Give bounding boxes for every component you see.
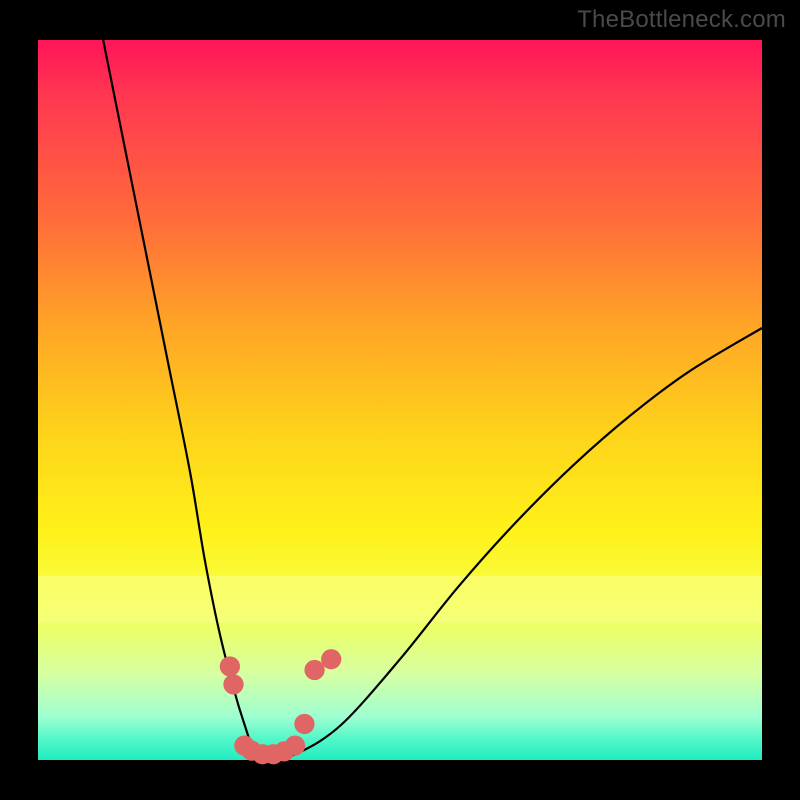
curve-marker — [304, 660, 324, 680]
chart-svg — [38, 40, 762, 760]
curve-marker — [294, 714, 314, 734]
chart-container: TheBottleneck.com — [0, 0, 800, 800]
curve-marker — [220, 656, 240, 676]
curve-marker — [223, 674, 243, 694]
bottleneck-curve — [103, 40, 762, 760]
watermark-label: TheBottleneck.com — [577, 6, 786, 34]
curve-marker — [285, 736, 305, 756]
plot-area — [38, 40, 762, 760]
curve-marker — [321, 649, 341, 669]
